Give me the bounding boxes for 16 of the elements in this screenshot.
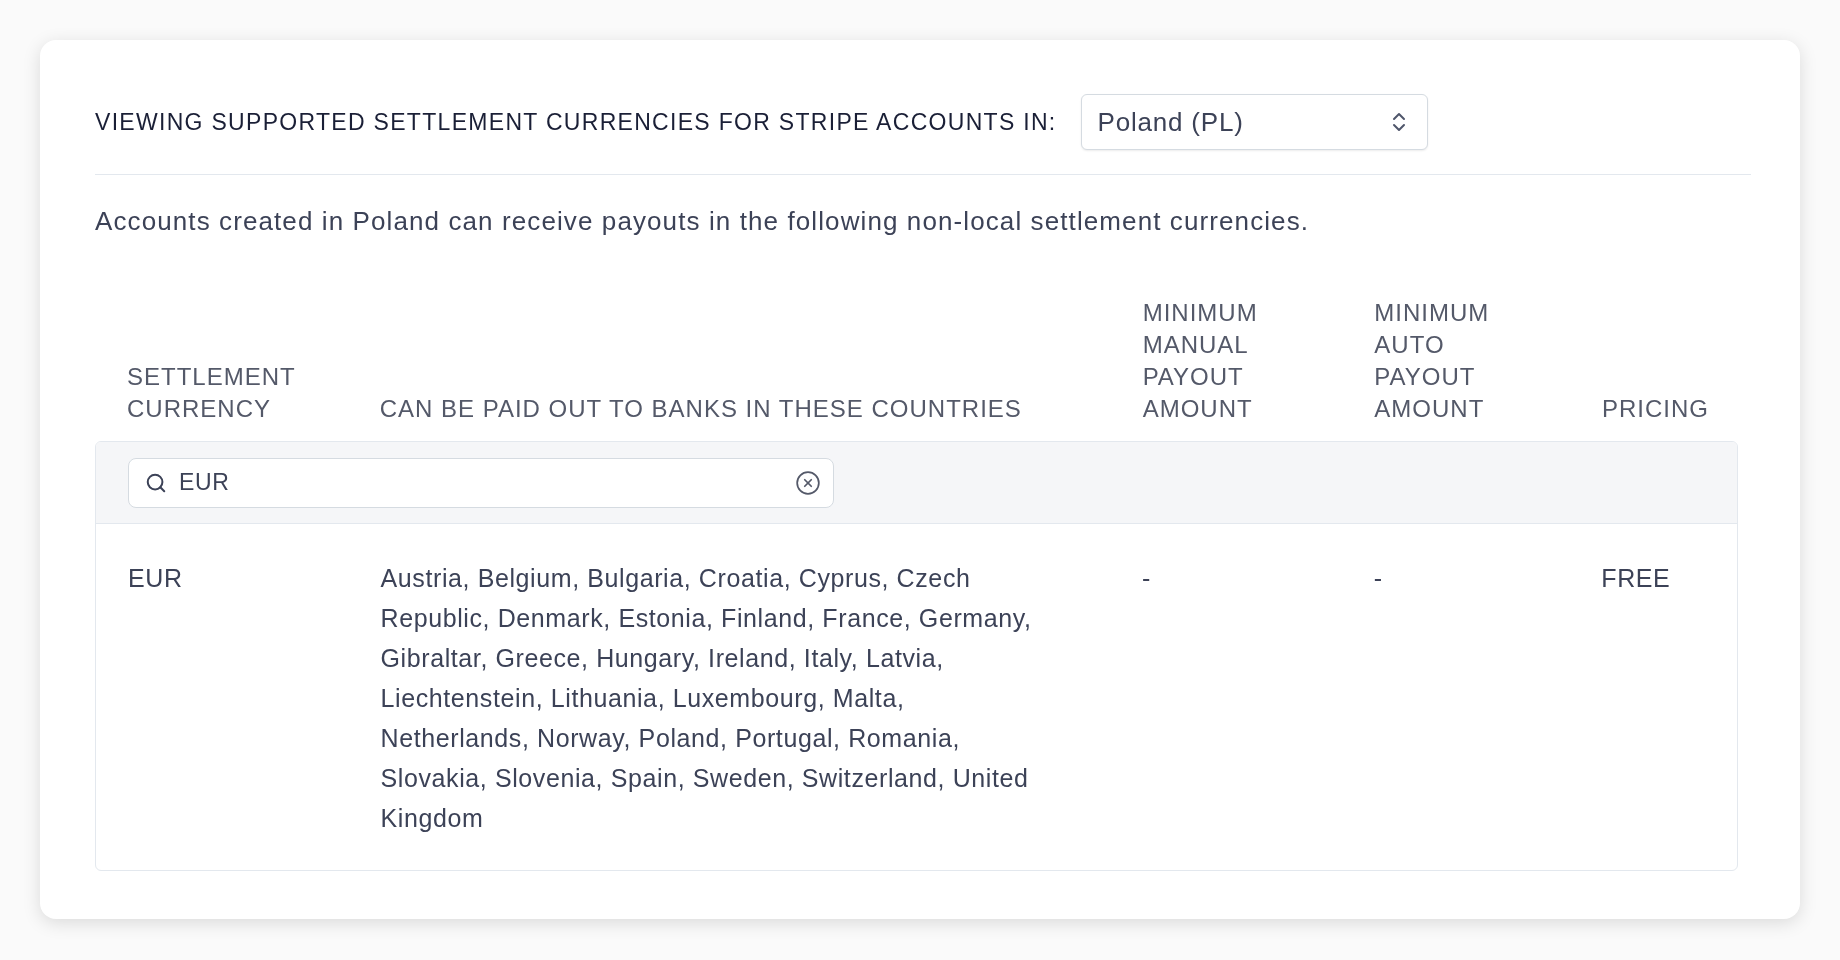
pricing-cell-text: FREE (1601, 563, 1672, 594)
description-text: Accounts created in Poland can receive payouts in the following non-local settlement currencies. (95, 205, 1310, 237)
country-select[interactable]: Poland (PL) (1080, 94, 1428, 150)
clear-icon[interactable] (795, 469, 821, 496)
amount-cell-text: - (1142, 563, 1153, 594)
amount-cell-text: - (1373, 563, 1384, 594)
search-field[interactable]: EUR (128, 457, 834, 508)
countries-cell-text: Austria, Belgium, Bulgaria, Croatia, Cyprus, Czech Republic, Denmark, Estonia, Finland, France, Germany, Gibraltar, Greece, Hungary, Ireland, Italy, Latvia, Liechtenstein, Lithuania, Luxembourg, Malta, Netherlands, Norway, Poland, Portugal, Romania, Slovakia, Slovenia, Spain, Sweden, Switzerland, United Kingdom (380, 563, 1033, 834)
country-select-label: VIEWING SUPPORTED SETTLEMENT CURRENCIES FOR STRIPE ACCOUNTS IN: (95, 107, 1057, 137)
column-header: MINIMUM AUTO PAYOUT AMOUNT (1374, 298, 1491, 424)
currency-cell-text: EUR (128, 563, 184, 594)
column-header: PRICING (1602, 394, 1710, 424)
column-header: MINIMUM MANUAL PAYOUT AMOUNT (1142, 298, 1259, 424)
column-header: CAN BE PAID OUT TO BANKS IN THESE COUNTRIES (379, 394, 1023, 424)
search-icon (145, 471, 167, 494)
column-header: SETTLEMENT CURRENCY (127, 362, 297, 424)
